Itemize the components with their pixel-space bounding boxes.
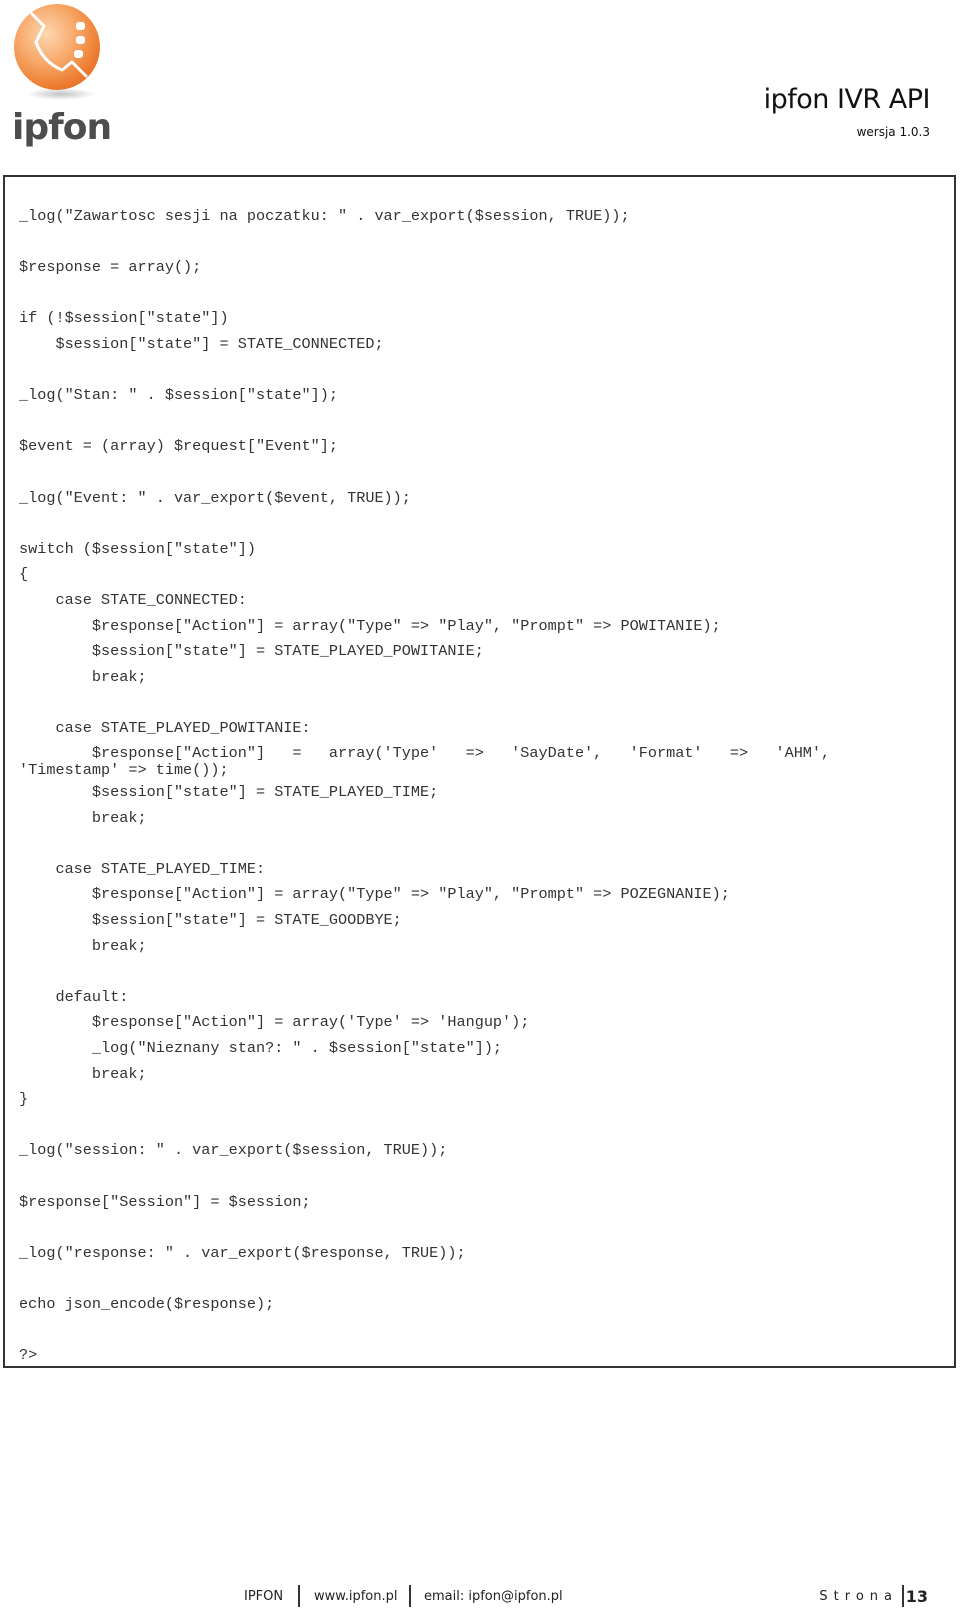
code-line: break; <box>19 808 147 827</box>
code-listing-box: _log("Zawartosc sesji na poczatku: " . v… <box>3 175 956 1368</box>
code-line: _log("session: " . var_export($session, … <box>19 1141 448 1160</box>
page-separator <box>902 1585 904 1607</box>
code-line: $session["state"] = STATE_GOODBYE; <box>19 911 402 930</box>
code-line: break; <box>19 1064 147 1083</box>
code-line: $event = (array) $request["Event"]; <box>19 437 338 456</box>
page-label: Strona <box>819 1589 898 1604</box>
code-line: $response["Action"] = array("Type" => "P… <box>19 616 721 635</box>
code-line: $response = array(); <box>19 258 202 277</box>
code-line: switch ($session["state"]) <box>19 539 256 558</box>
code-line: _log("Zawartosc sesji na poczatku: " . v… <box>19 207 630 225</box>
footer-separator <box>409 1585 411 1607</box>
page-footer: IPFON www.ipfon.pl email: ipfon@ipfon.pl… <box>0 1585 960 1609</box>
code-line: break; <box>19 667 147 686</box>
code-line: ?> <box>19 1346 38 1365</box>
footer-separator <box>298 1585 300 1607</box>
phone-handset-logo-icon <box>14 4 100 90</box>
footer-company: IPFON <box>244 1589 284 1604</box>
logo-text: ipfon <box>12 107 112 148</box>
code-line: } <box>19 1090 29 1109</box>
code-line: case STATE_PLAYED_TIME: <box>19 859 266 878</box>
code-line: $session["state"] = STATE_PLAYED_TIME; <box>19 783 439 802</box>
code-line: $session["state"] = STATE_PLAYED_POWITAN… <box>19 642 484 661</box>
code-listing: _log("Zawartosc sesji na poczatku: " . v… <box>19 204 830 1369</box>
page-number: 13 <box>905 1587 928 1606</box>
code-line: echo json_encode($response); <box>19 1294 275 1313</box>
document-version: wersja 1.0.3 <box>856 125 930 139</box>
ipfon-logo: ipfon <box>12 4 112 154</box>
document-title: ipfon IVR API <box>763 84 931 115</box>
code-line: $response["Session"] = $session; <box>19 1192 311 1211</box>
code-line: $response["Action"] = array('Type' => 'H… <box>19 1013 530 1032</box>
code-line: _log("response: " . var_export($response… <box>19 1243 466 1262</box>
footer-website-link[interactable]: www.ipfon.pl <box>314 1589 397 1604</box>
code-line: $response["Action"] = array("Type" => "P… <box>19 885 730 904</box>
code-line: _log("Nieznany stan?: " . $session["stat… <box>19 1039 503 1057</box>
code-line: _log("Event: " . var_export($event, TRUE… <box>19 488 411 507</box>
code-line: break; <box>19 936 147 955</box>
code-line: _log("Stan: " . $session["state"]); <box>19 386 338 405</box>
code-line: { <box>19 565 29 584</box>
footer-email-link[interactable]: email: ipfon@ipfon.pl <box>424 1589 563 1604</box>
code-line: case STATE_PLAYED_POWITANIE: <box>19 718 311 737</box>
code-line: if (!$session["state"]) <box>19 309 229 328</box>
logo-shadow <box>26 88 96 100</box>
code-line: case STATE_CONNECTED: <box>19 590 247 609</box>
code-line: $session["state"] = STATE_CONNECTED; <box>19 334 384 353</box>
code-line: default: <box>19 987 129 1006</box>
